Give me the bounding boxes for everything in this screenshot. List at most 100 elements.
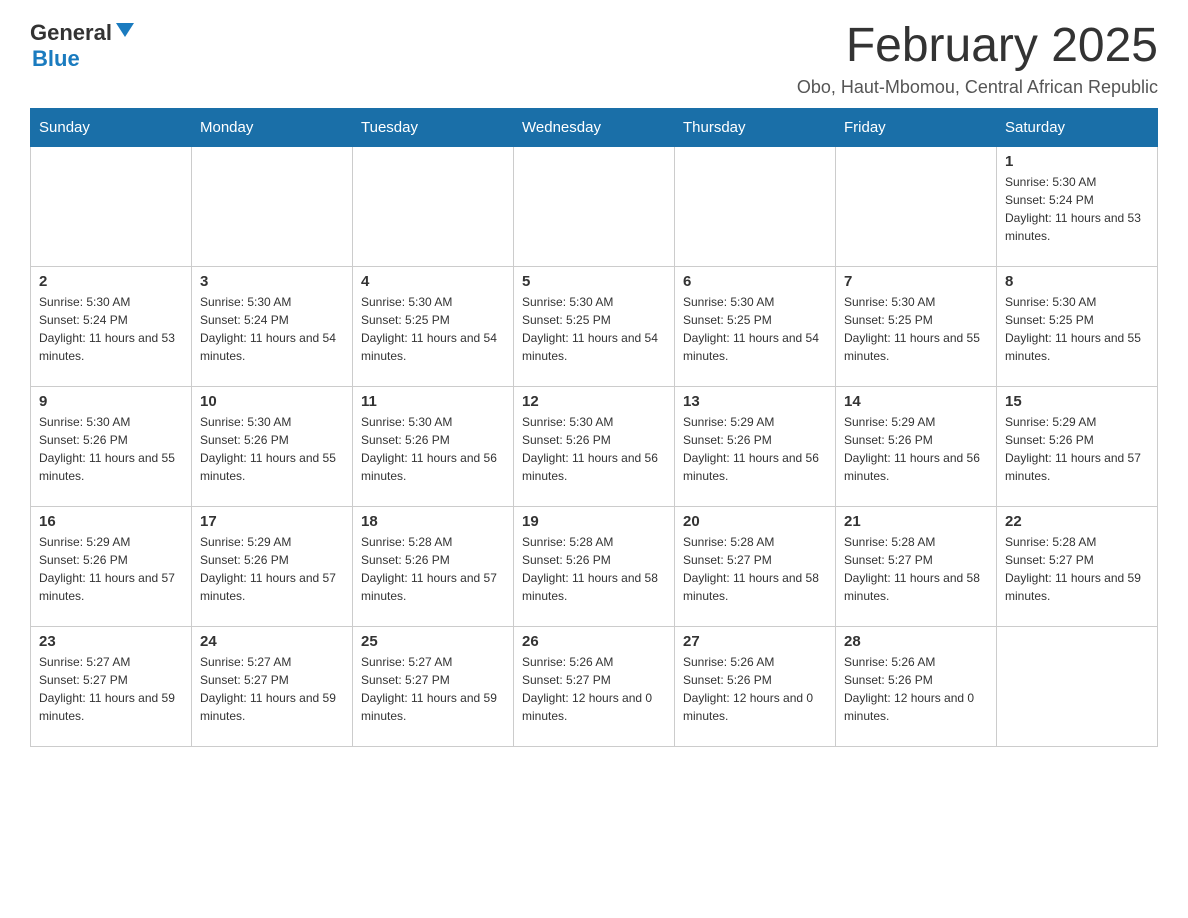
day-number: 16 — [39, 513, 183, 530]
day-number: 9 — [39, 393, 183, 410]
day-info: Sunrise: 5:29 AMSunset: 5:26 PMDaylight:… — [39, 533, 183, 605]
table-row: 11 Sunrise: 5:30 AMSunset: 5:26 PMDayligh… — [353, 386, 514, 506]
day-info: Sunrise: 5:27 AMSunset: 5:27 PMDaylight:… — [200, 653, 344, 725]
logo-general-text: General — [30, 20, 112, 46]
day-info: Sunrise: 5:30 AMSunset: 5:25 PMDaylight:… — [1005, 293, 1149, 365]
table-row: 14Sunrise: 5:29 AMSunset: 5:26 PMDayligh… — [836, 386, 997, 506]
day-number: 1 — [1005, 153, 1149, 170]
day-number: 2 — [39, 273, 183, 290]
day-number: 8 — [1005, 273, 1149, 290]
day-number: 4 — [361, 273, 505, 290]
col-saturday: Saturday — [997, 108, 1158, 146]
day-info: Sunrise: 5:30 AMSunset: 5:24 PMDaylight:… — [200, 293, 344, 365]
table-row: 7Sunrise: 5:30 AMSunset: 5:25 PMDaylight… — [836, 266, 997, 386]
table-row: 3 Sunrise: 5:30 AMSunset: 5:24 PMDaylight… — [192, 266, 353, 386]
day-info: Sunrise: 5:28 AMSunset: 5:27 PMDaylight:… — [844, 533, 988, 605]
col-wednesday: Wednesday — [514, 108, 675, 146]
logo-blue-text: Blue — [32, 46, 80, 72]
day-info: Sunrise: 5:30 AMSunset: 5:26 PMDaylight:… — [361, 413, 505, 485]
day-info: Sunrise: 5:26 AMSunset: 5:26 PMDaylight:… — [683, 653, 827, 725]
table-row: 2 Sunrise: 5:30 AMSunset: 5:24 PMDaylight… — [31, 266, 192, 386]
day-info: Sunrise: 5:27 AMSunset: 5:27 PMDaylight:… — [39, 653, 183, 725]
table-row: 23 Sunrise: 5:27 AMSunset: 5:27 PMDayligh… — [31, 626, 192, 746]
day-info: Sunrise: 5:30 AMSunset: 5:24 PMDaylight:… — [1005, 173, 1149, 245]
table-row: 18 Sunrise: 5:28 AMSunset: 5:26 PMDayligh… — [353, 506, 514, 626]
col-friday: Friday — [836, 108, 997, 146]
day-info: Sunrise: 5:29 AMSunset: 5:26 PMDaylight:… — [200, 533, 344, 605]
location-subtitle: Obo, Haut-Mbomou, Central African Republ… — [797, 77, 1158, 98]
day-info: Sunrise: 5:28 AMSunset: 5:26 PMDaylight:… — [361, 533, 505, 605]
day-number: 10 — [200, 393, 344, 410]
month-title: February 2025 — [797, 20, 1158, 73]
table-row: 4Sunrise: 5:30 AMSunset: 5:25 PMDaylight… — [353, 266, 514, 386]
table-row — [997, 626, 1158, 746]
table-row: 25 Sunrise: 5:27 AMSunset: 5:27 PMDayligh… — [353, 626, 514, 746]
day-number: 22 — [1005, 513, 1149, 530]
table-row: 8 Sunrise: 5:30 AMSunset: 5:25 PMDaylight… — [997, 266, 1158, 386]
logo: General Blue — [30, 20, 134, 72]
table-row: 10 Sunrise: 5:30 AMSunset: 5:26 PMDayligh… — [192, 386, 353, 506]
table-row: 16 Sunrise: 5:29 AMSunset: 5:26 PMDayligh… — [31, 506, 192, 626]
day-number: 12 — [522, 393, 666, 410]
table-row: 12 Sunrise: 5:30 AMSunset: 5:26 PMDayligh… — [514, 386, 675, 506]
day-number: 3 — [200, 273, 344, 290]
day-info: Sunrise: 5:29 AMSunset: 5:26 PMDaylight:… — [683, 413, 827, 485]
day-info: Sunrise: 5:29 AMSunset: 5:26 PMDaylight:… — [1005, 413, 1149, 485]
day-info: Sunrise: 5:29 AMSunset: 5:26 PMDaylight:… — [844, 413, 988, 485]
col-sunday: Sunday — [31, 108, 192, 146]
day-number: 15 — [1005, 393, 1149, 410]
day-info: Sunrise: 5:30 AMSunset: 5:24 PMDaylight:… — [39, 293, 183, 365]
day-info: Sunrise: 5:30 AMSunset: 5:26 PMDaylight:… — [39, 413, 183, 485]
table-row — [514, 146, 675, 266]
day-number: 7 — [844, 273, 988, 290]
calendar-header-row: Sunday Monday Tuesday Wednesday Thursday… — [31, 108, 1158, 146]
table-row: 21 Sunrise: 5:28 AMSunset: 5:27 PMDayligh… — [836, 506, 997, 626]
table-row: 24 Sunrise: 5:27 AMSunset: 5:27 PMDayligh… — [192, 626, 353, 746]
day-number: 28 — [844, 633, 988, 650]
table-row: 15 Sunrise: 5:29 AMSunset: 5:26 PMDayligh… — [997, 386, 1158, 506]
table-row — [31, 146, 192, 266]
day-info: Sunrise: 5:27 AMSunset: 5:27 PMDaylight:… — [361, 653, 505, 725]
day-number: 5 — [522, 273, 666, 290]
col-thursday: Thursday — [675, 108, 836, 146]
table-row: 19 Sunrise: 5:28 AMSunset: 5:26 PMDayligh… — [514, 506, 675, 626]
calendar-week-row: 16 Sunrise: 5:29 AMSunset: 5:26 PMDayligh… — [31, 506, 1158, 626]
table-row: 13 Sunrise: 5:29 AMSunset: 5:26 PMDayligh… — [675, 386, 836, 506]
table-row — [192, 146, 353, 266]
day-number: 23 — [39, 633, 183, 650]
day-number: 18 — [361, 513, 505, 530]
table-row — [353, 146, 514, 266]
day-info: Sunrise: 5:28 AMSunset: 5:27 PMDaylight:… — [683, 533, 827, 605]
day-info: Sunrise: 5:30 AMSunset: 5:26 PMDaylight:… — [200, 413, 344, 485]
table-row: 28 Sunrise: 5:26 AMSunset: 5:26 PMDayligh… — [836, 626, 997, 746]
table-row: 20 Sunrise: 5:28 AMSunset: 5:27 PMDayligh… — [675, 506, 836, 626]
day-number: 11 — [361, 393, 505, 410]
table-row — [836, 146, 997, 266]
col-monday: Monday — [192, 108, 353, 146]
calendar-week-row: 2 Sunrise: 5:30 AMSunset: 5:24 PMDaylight… — [31, 266, 1158, 386]
table-row: 26Sunrise: 5:26 AMSunset: 5:27 PMDayligh… — [514, 626, 675, 746]
day-info: Sunrise: 5:30 AMSunset: 5:26 PMDaylight:… — [522, 413, 666, 485]
table-row: 6Sunrise: 5:30 AMSunset: 5:25 PMDaylight… — [675, 266, 836, 386]
day-info: Sunrise: 5:28 AMSunset: 5:26 PMDaylight:… — [522, 533, 666, 605]
title-section: February 2025 Obo, Haut-Mbomou, Central … — [797, 20, 1158, 98]
day-number: 17 — [200, 513, 344, 530]
calendar-week-row: 23 Sunrise: 5:27 AMSunset: 5:27 PMDayligh… — [31, 626, 1158, 746]
day-number: 19 — [522, 513, 666, 530]
day-number: 20 — [683, 513, 827, 530]
day-number: 21 — [844, 513, 988, 530]
logo-arrow-icon — [116, 23, 134, 42]
calendar-week-row: 1 Sunrise: 5:30 AMSunset: 5:24 PMDaylight… — [31, 146, 1158, 266]
table-row: 1 Sunrise: 5:30 AMSunset: 5:24 PMDaylight… — [997, 146, 1158, 266]
day-info: Sunrise: 5:30 AMSunset: 5:25 PMDaylight:… — [522, 293, 666, 365]
day-number: 24 — [200, 633, 344, 650]
day-number: 6 — [683, 273, 827, 290]
day-number: 25 — [361, 633, 505, 650]
table-row: 22Sunrise: 5:28 AMSunset: 5:27 PMDayligh… — [997, 506, 1158, 626]
table-row — [675, 146, 836, 266]
table-row: 5 Sunrise: 5:30 AMSunset: 5:25 PMDaylight… — [514, 266, 675, 386]
page-header: General Blue February 2025 Obo, Haut-Mbo… — [30, 20, 1158, 98]
table-row: 9 Sunrise: 5:30 AMSunset: 5:26 PMDaylight… — [31, 386, 192, 506]
day-info: Sunrise: 5:26 AMSunset: 5:26 PMDaylight:… — [844, 653, 988, 725]
day-number: 13 — [683, 393, 827, 410]
